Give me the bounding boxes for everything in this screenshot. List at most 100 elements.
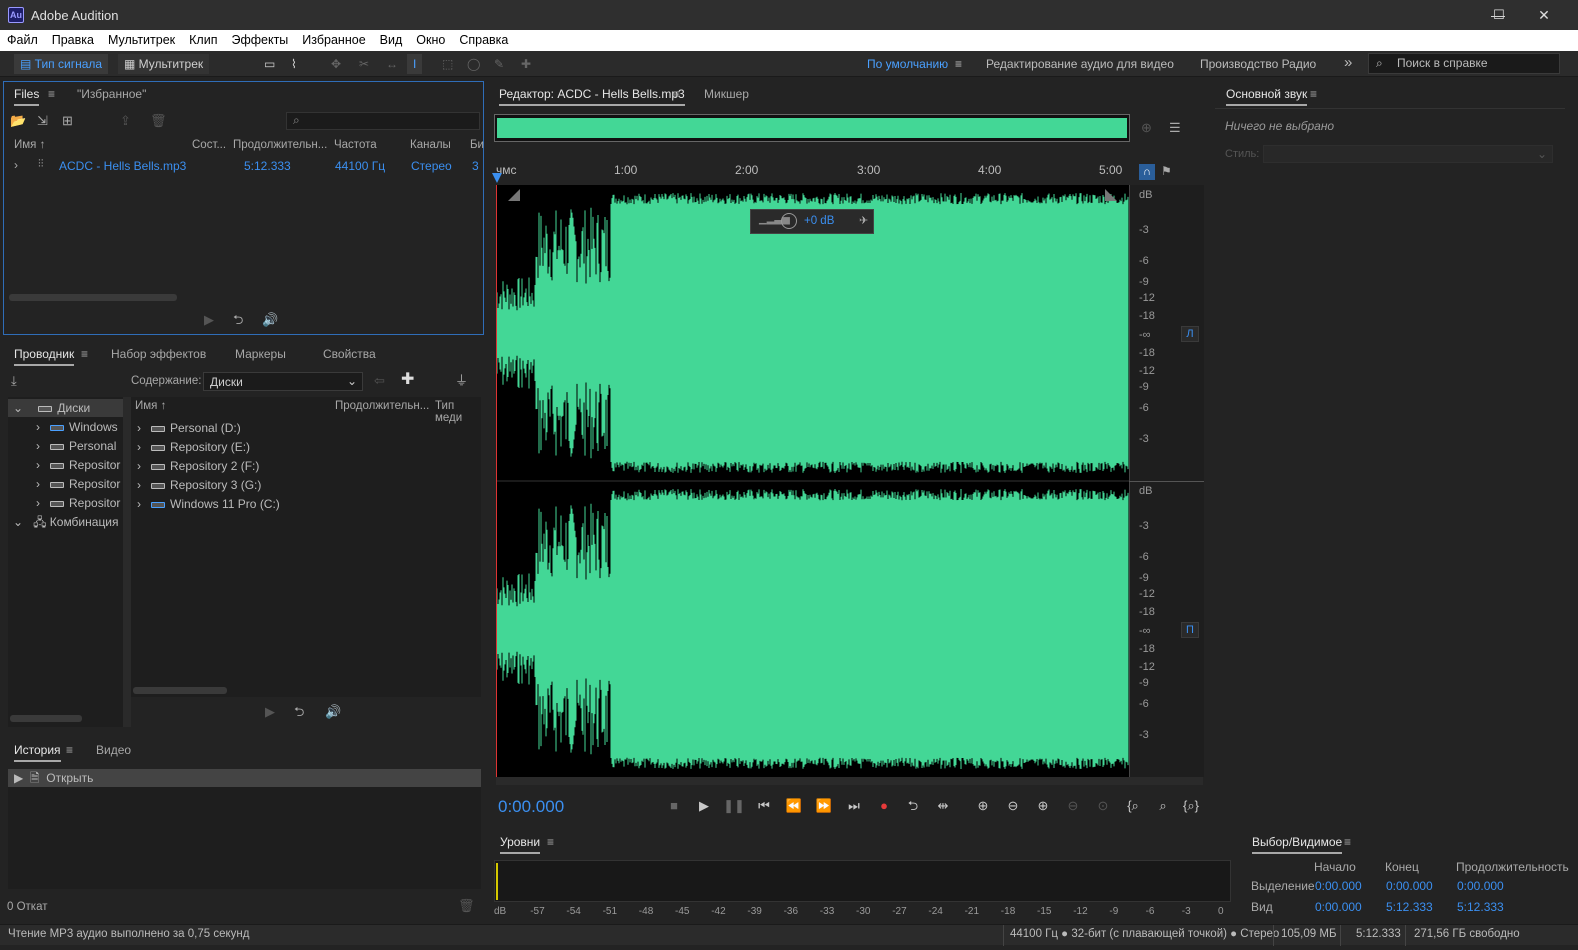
selection-duration[interactable]: 0:00.000	[1457, 879, 1504, 893]
column-duration[interactable]: Продолжительн...	[335, 400, 429, 412]
levels-menu-icon[interactable]: ≡	[547, 835, 554, 849]
view-start[interactable]: 0:00.000	[1315, 900, 1362, 914]
column-duration[interactable]: Продолжительн...	[233, 139, 327, 151]
time-ruler[interactable]: чмс 1:00 2:00 3:00 4:00 5:00	[496, 163, 1136, 179]
column-channels[interactable]: Каналы	[410, 139, 451, 151]
menu-window[interactable]: Окно	[409, 30, 452, 51]
list-item[interactable]: › Repository 2 (F:)	[137, 457, 259, 475]
menu-edit[interactable]: Правка	[45, 30, 101, 51]
current-time-display[interactable]: 0:00.000	[498, 797, 564, 817]
tab-favorites[interactable]: "Избранное"	[77, 87, 146, 101]
menu-help[interactable]: Справка	[452, 30, 515, 51]
spectral-display-icon[interactable]: ▭	[258, 54, 281, 74]
hud-gain-control[interactable]: ▁▂▃▅ +0 dB ✈	[750, 209, 874, 234]
editor-menu-icon[interactable]: ≡	[673, 87, 680, 101]
zoom-out-amplitude-icon[interactable]: ⊖	[1001, 797, 1025, 815]
channel-left-toggle[interactable]: Л	[1181, 326, 1199, 342]
move-tool-icon[interactable]: ✥	[325, 54, 347, 74]
close-button[interactable]: ✕	[1521, 0, 1567, 30]
go-to-end-button[interactable]: ⏭	[842, 797, 866, 815]
zoom-to-selection-icon[interactable]: ⊕	[1141, 119, 1152, 137]
files-search-input[interactable]: ⌕	[286, 112, 480, 130]
waveform-display[interactable]: ▁▂▃▅ +0 dB ✈	[495, 185, 1129, 777]
zoom-in-point-icon[interactable]: {⌕	[1121, 797, 1145, 815]
tree-item-disks[interactable]: ⌄ Диски	[8, 399, 123, 417]
tab-effects-rack[interactable]: Набор эффектов	[111, 347, 206, 361]
help-search-input[interactable]: Поиск в справке	[1368, 53, 1560, 74]
panel-layout-icon[interactable]: ☰	[1169, 119, 1181, 137]
spot-healing-tool-icon[interactable]: ✚	[515, 54, 537, 74]
zoom-out-time-icon[interactable]: ⊖	[1061, 797, 1085, 815]
menu-view[interactable]: Вид	[373, 30, 410, 51]
list-item[interactable]: › Repository (E:)	[137, 438, 250, 456]
more-workspaces-button[interactable]: »	[1344, 54, 1352, 71]
list-scrollbar[interactable]	[133, 687, 227, 694]
skip-selection-button[interactable]: ⇹	[931, 797, 955, 815]
slip-tool-icon[interactable]: ↔	[380, 54, 404, 74]
view-duration[interactable]: 5:12.333	[1457, 900, 1504, 914]
selection-start[interactable]: 0:00.000	[1315, 879, 1362, 893]
download-icon[interactable]: ⤓	[11, 372, 17, 390]
gain-knob-icon[interactable]	[781, 213, 797, 229]
tree-item-repository[interactable]: › Repositor	[36, 456, 120, 474]
column-rate[interactable]: Частота	[334, 139, 377, 151]
minimize-button-2[interactable]	[1431, 0, 1477, 30]
tree-item-windows[interactable]: › Windows	[36, 418, 118, 436]
style-dropdown[interactable]: ⌄	[1263, 145, 1553, 163]
play-button[interactable]: ▶	[692, 797, 716, 815]
tab-mixer[interactable]: Микшер	[704, 87, 749, 101]
lasso-tool-icon[interactable]: ◯	[461, 54, 486, 74]
column-media-type[interactable]: Тип меди	[435, 400, 481, 424]
import-file-icon[interactable]: ⇲	[37, 112, 48, 130]
autoplay-icon[interactable]: 🔊	[262, 311, 278, 329]
content-dropdown[interactable]: Диски ⌄	[203, 372, 363, 391]
loop-playback-button[interactable]: ⮌	[901, 797, 925, 815]
workspace-radio[interactable]: Производство Радио	[1200, 57, 1316, 71]
brush-tool-icon[interactable]: ✎	[488, 54, 510, 74]
selection-end[interactable]: 0:00.000	[1386, 879, 1433, 893]
back-arrow-icon[interactable]: ⇦	[374, 372, 385, 390]
marker-pin-icon[interactable]: ⚑	[1161, 164, 1172, 178]
tab-selection-view[interactable]: Выбор/Видимое	[1252, 835, 1343, 854]
column-status[interactable]: Сост...	[192, 139, 226, 151]
column-name[interactable]: Имя ↑	[14, 139, 45, 151]
rewind-button[interactable]: ⏪	[782, 797, 806, 815]
loop-icon[interactable]: ⮌	[233, 311, 243, 329]
column-name[interactable]: Имя ↑	[135, 400, 166, 412]
expand-chevron-icon[interactable]: ›	[14, 158, 18, 172]
close-file-icon[interactable]: 🗑	[150, 112, 167, 130]
snap-magnet-icon[interactable]: ∩	[1139, 164, 1155, 180]
insert-into-multitrack-icon[interactable]: ⇪	[120, 112, 131, 130]
overview-bar[interactable]	[494, 114, 1130, 142]
maximize-button[interactable]: ☐	[1476, 0, 1522, 30]
marquee-tool-icon[interactable]: ⬚	[436, 54, 459, 74]
waveform-scrollbar[interactable]	[496, 777, 1203, 785]
menu-effects[interactable]: Эффекты	[224, 30, 295, 51]
menu-clip[interactable]: Клип	[182, 30, 224, 51]
menu-multitrack[interactable]: Мультитрек	[101, 30, 182, 51]
zoom-in-time-icon[interactable]: ⊕	[1031, 797, 1055, 815]
autoplay-icon[interactable]: 🔊	[325, 703, 341, 721]
horizontal-scrollbar[interactable]	[9, 294, 177, 301]
tab-markers[interactable]: Маркеры	[235, 347, 286, 361]
hud-gain-value[interactable]: +0 dB	[804, 215, 834, 227]
menu-favorites[interactable]: Избранное	[295, 30, 372, 51]
pause-button[interactable]: ❚❚	[722, 797, 746, 815]
tab-editor[interactable]: Редактор: ACDC - Hells Bells.mp3	[499, 87, 685, 106]
fast-forward-button[interactable]: ⏩	[812, 797, 836, 815]
tab-files[interactable]: Files	[14, 87, 40, 106]
list-item[interactable]: › Repository 3 (G:)	[137, 476, 261, 494]
explorer-menu-icon[interactable]: ≡	[81, 347, 88, 361]
new-file-icon[interactable]: ⊞	[62, 112, 73, 130]
tree-item-personal[interactable]: › Personal	[36, 437, 116, 455]
file-row[interactable]: › ⫶⫶ ACDC - Hells Bells.mp3 5:12.333 441…	[4, 156, 483, 176]
menu-file[interactable]: Файл	[0, 30, 45, 51]
workspace-default[interactable]: По умолчанию	[867, 57, 948, 71]
workspace-video-editing[interactable]: Редактирование аудио для видео	[986, 57, 1174, 71]
zoom-out-point-icon[interactable]: ⌕	[1151, 797, 1175, 815]
play-icon[interactable]: ▶	[204, 311, 214, 329]
multitrack-mode-button[interactable]: ▦ Мультитрек	[118, 54, 210, 74]
loop-icon[interactable]: ⮌	[294, 703, 304, 721]
filter-icon[interactable]: ⏚	[455, 372, 468, 390]
tree-scrollbar[interactable]	[10, 715, 82, 722]
